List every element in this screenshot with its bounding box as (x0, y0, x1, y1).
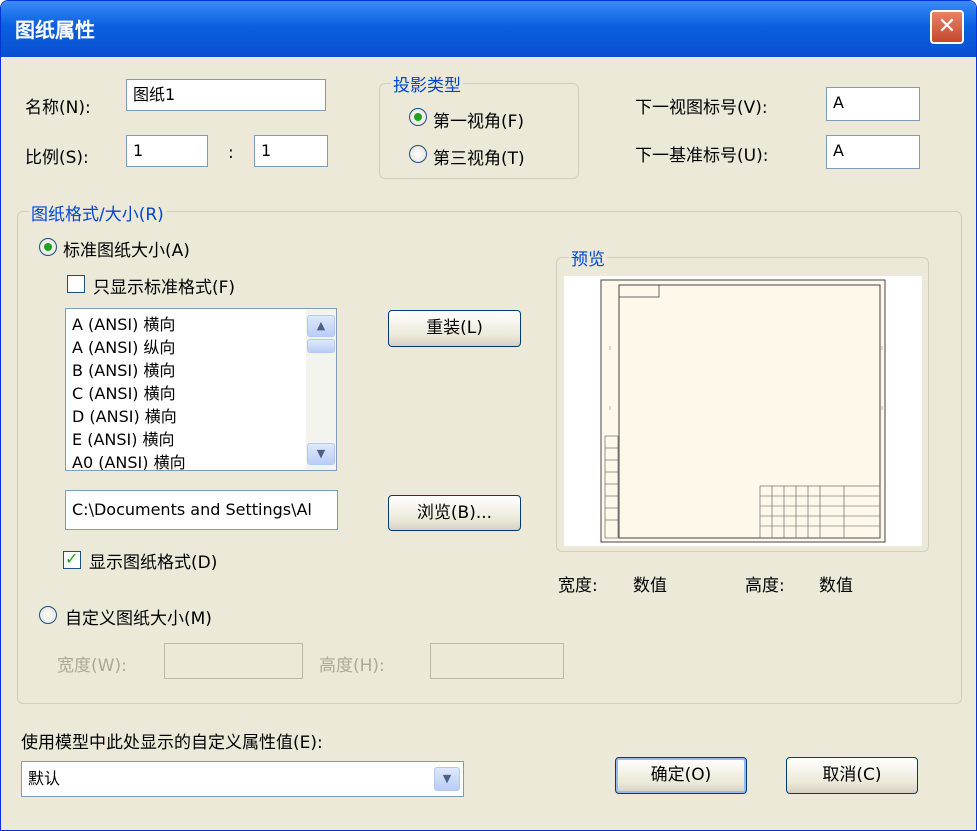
list-item[interactable]: D (ANSI) 横向 (66, 405, 336, 428)
chevron-down-icon[interactable]: ▼ (434, 767, 460, 791)
next-datum-label: 下一基准标号(U): (635, 146, 769, 166)
custom-height-label: 高度(H): (319, 656, 385, 676)
next-view-input[interactable]: A (826, 87, 920, 121)
custom-prop-select[interactable]: 默认 (21, 761, 464, 797)
preview-height-value: 数值 (819, 576, 853, 596)
scroll-thumb[interactable] (307, 339, 335, 353)
dialog-title: 图纸属性 (15, 18, 95, 42)
preview-height-label: 高度: (745, 576, 785, 596)
next-view-label: 下一视图标号(V): (635, 98, 768, 118)
preview-width-value: 数值 (633, 576, 667, 596)
list-item[interactable]: B (ANSI) 横向 (66, 359, 336, 382)
preview-width-label: 宽度: (558, 576, 598, 596)
scale-label: 比例(S): (25, 148, 89, 168)
only-standard-checkbox[interactable] (67, 275, 85, 293)
scale-separator: : (228, 143, 234, 163)
custom-prop-value: 默认 (28, 769, 61, 788)
scale-left-input[interactable]: 1 (126, 135, 208, 167)
show-format-label[interactable]: 显示图纸格式(D) (89, 548, 217, 573)
show-format-checkbox[interactable] (63, 549, 81, 569)
custom-width-input[interactable] (164, 643, 303, 679)
custom-height-input[interactable] (430, 643, 564, 679)
custom-size-label[interactable]: 自定义图纸大小(M) (65, 604, 212, 629)
projection-legend: 投影类型 (391, 71, 463, 96)
browse-button[interactable]: 浏览(B)... (388, 495, 521, 531)
sheet-properties-dialog: 图纸属性 ✕ 名称(N): 图纸1 比例(S): 1 : 1 投影类型 第一视角… (0, 0, 977, 831)
next-datum-input[interactable]: A (826, 135, 920, 169)
standard-size-label[interactable]: 标准图纸大小(A) (63, 236, 190, 261)
title-bar[interactable]: 图纸属性 ✕ (1, 1, 976, 57)
ok-button[interactable]: 确定(O) (615, 757, 747, 794)
list-item[interactable]: A0 (ANSI) 横向 (66, 451, 336, 470)
sheet-preview (564, 276, 922, 546)
sheet-format-legend: 图纸格式/大小(R) (29, 200, 166, 225)
list-item[interactable]: E (ANSI) 横向 (66, 428, 336, 451)
first-angle-label[interactable]: 第一视角(F) (433, 107, 524, 132)
cancel-button[interactable]: 取消(C) (786, 757, 918, 794)
list-item[interactable]: C (ANSI) 横向 (66, 382, 336, 405)
list-item[interactable]: A (ANSI) 纵向 (66, 336, 336, 359)
name-label: 名称(N): (25, 98, 91, 118)
scale-right-input[interactable]: 1 (254, 135, 328, 167)
third-angle-label[interactable]: 第三视角(T) (433, 144, 525, 169)
custom-size-radio[interactable] (39, 606, 57, 624)
first-angle-radio[interactable] (409, 108, 427, 126)
custom-width-label: 宽度(W): (57, 656, 127, 676)
scroll-up-icon[interactable]: ▲ (307, 315, 335, 337)
scroll-down-icon[interactable]: ▼ (307, 443, 335, 465)
close-button[interactable]: ✕ (930, 10, 964, 44)
only-standard-label[interactable]: 只显示标准格式(F) (93, 273, 235, 298)
custom-prop-label: 使用模型中此处显示的自定义属性值(E): (21, 733, 323, 753)
format-path-input[interactable]: C:\Documents and Settings\Al (65, 490, 338, 530)
list-item[interactable]: A (ANSI) 横向 (66, 313, 336, 336)
standard-size-radio[interactable] (39, 238, 57, 256)
preview-legend: 预览 (569, 245, 607, 270)
list-scrollbar[interactable]: ▲ ▼ (306, 309, 336, 470)
third-angle-radio[interactable] (409, 145, 427, 163)
sheet-preview-drawing (600, 279, 886, 543)
sheet-size-list[interactable]: A (ANSI) 横向 A (ANSI) 纵向 B (ANSI) 横向 C (A… (65, 308, 337, 471)
reload-button[interactable]: 重装(L) (388, 310, 521, 347)
name-input[interactable]: 图纸1 (126, 79, 326, 111)
